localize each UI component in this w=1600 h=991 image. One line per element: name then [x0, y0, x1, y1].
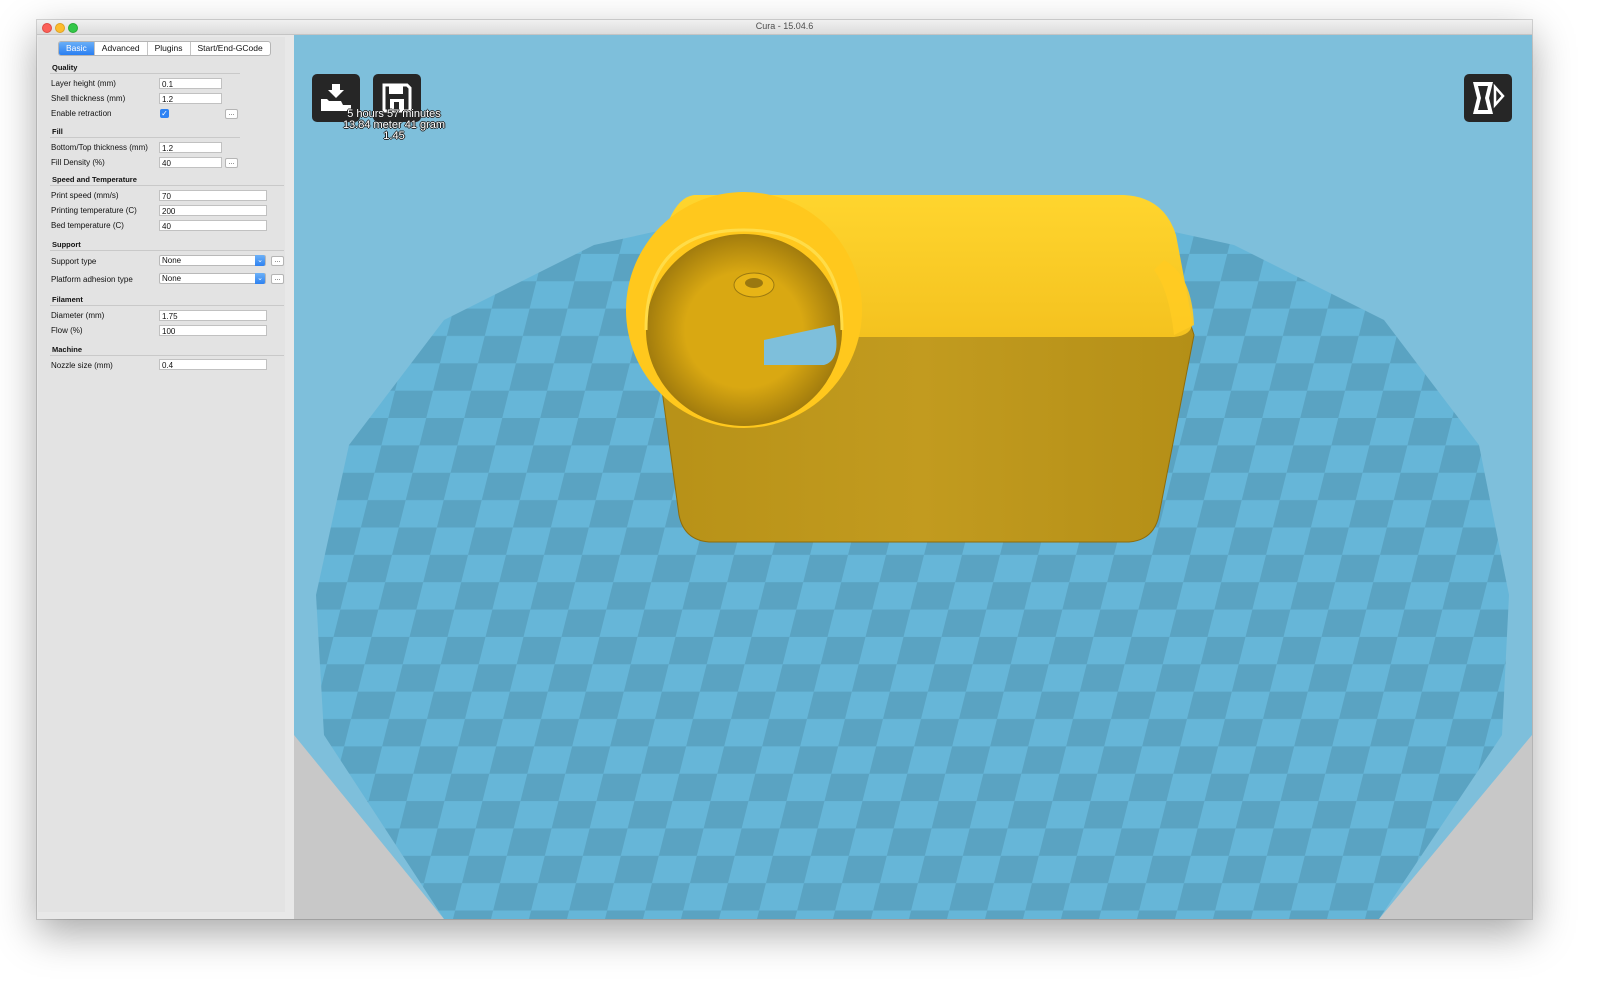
view-mode-icon — [1473, 82, 1505, 114]
adhesion-settings-button[interactable]: ... — [271, 274, 284, 284]
flow-input[interactable]: 100 — [159, 325, 267, 336]
fill-density-input[interactable]: 40 — [159, 157, 222, 168]
divider — [50, 73, 240, 74]
section-speed-heading: Speed and Temperature — [52, 175, 137, 184]
window-title: Cura - 15.04.6 — [755, 21, 814, 31]
chevron-down-icon: ⌄ — [255, 273, 265, 284]
support-type-select[interactable]: None ⌄ — [159, 255, 266, 266]
printing-temperature-label: Printing temperature (C) — [51, 206, 137, 215]
app-window: Cura - 15.04.6 Basic Advanced Plugins St… — [37, 20, 1532, 919]
section-support-heading: Support — [52, 240, 81, 249]
section-quality-heading: Quality — [52, 63, 78, 72]
bottom-top-thickness-input[interactable]: 1.2 — [159, 142, 222, 153]
view-mode-button[interactable] — [1464, 74, 1512, 122]
support-settings-button[interactable]: ... — [271, 256, 284, 266]
settings-sidebar: Basic Advanced Plugins Start/End-GCode Q… — [37, 35, 295, 919]
settings-panel: Basic Advanced Plugins Start/End-GCode Q… — [38, 37, 285, 912]
section-fill-heading: Fill — [52, 127, 63, 136]
divider — [50, 355, 284, 356]
checkmark-icon: ✓ — [161, 109, 168, 118]
section-machine-heading: Machine — [52, 345, 83, 354]
retraction-settings-button[interactable]: ... — [225, 109, 238, 119]
bed-temperature-label: Bed temperature (C) — [51, 221, 124, 230]
tab-start-end-gcode[interactable]: Start/End-GCode — [191, 42, 270, 55]
scene-canvas[interactable] — [294, 35, 1532, 919]
tab-basic[interactable]: Basic — [59, 42, 95, 55]
printing-temperature-input[interactable]: 200 — [159, 205, 267, 216]
shell-thickness-input[interactable]: 1.2 — [159, 93, 222, 104]
nozzle-size-input[interactable]: 0.4 — [159, 359, 267, 370]
nozzle-size-label: Nozzle size (mm) — [51, 361, 113, 370]
tab-plugins[interactable]: Plugins — [148, 42, 191, 55]
platform-adhesion-value: None — [162, 274, 182, 283]
support-type-label: Support type — [51, 257, 97, 266]
bed-temperature-input[interactable]: 40 — [159, 220, 267, 231]
divider — [50, 250, 284, 251]
title-bar: Cura - 15.04.6 — [37, 20, 1532, 35]
enable-retraction-label: Enable retraction — [51, 109, 112, 118]
tab-advanced[interactable]: Advanced — [95, 42, 148, 55]
divider — [50, 137, 240, 138]
fill-density-label: Fill Density (%) — [51, 158, 105, 167]
print-speed-label: Print speed (mm/s) — [51, 191, 119, 200]
support-type-value: None — [162, 256, 182, 265]
model-screw-hole — [745, 278, 763, 288]
fill-settings-button[interactable]: ... — [225, 158, 238, 168]
layer-height-label: Layer height (mm) — [51, 79, 116, 88]
flow-label: Flow (%) — [51, 326, 83, 335]
settings-tabs: Basic Advanced Plugins Start/End-GCode — [58, 41, 271, 56]
divider — [50, 305, 284, 306]
layer-height-input[interactable]: 0.1 — [159, 78, 222, 89]
diameter-label: Diameter (mm) — [51, 311, 105, 320]
diameter-input[interactable]: 1.75 — [159, 310, 267, 321]
section-filament-heading: Filament — [52, 295, 83, 304]
chevron-down-icon: ⌄ — [255, 255, 265, 266]
print-cost: 1.45 — [383, 130, 405, 142]
print-estimate: 5 hours 57 minutes 13.84 meter 41 gram 1… — [334, 109, 454, 142]
platform-adhesion-select[interactable]: None ⌄ — [159, 273, 266, 284]
divider — [50, 185, 284, 186]
shell-thickness-label: Shell thickness (mm) — [51, 94, 126, 103]
platform-adhesion-label: Platform adhesion type — [51, 275, 133, 284]
print-speed-input[interactable]: 70 — [159, 190, 267, 201]
bottom-top-thickness-label: Bottom/Top thickness (mm) — [51, 143, 148, 152]
enable-retraction-checkbox[interactable]: ✓ — [160, 109, 169, 118]
3d-viewport[interactable]: 5 hours 57 minutes 13.84 meter 41 gram 1… — [294, 35, 1532, 919]
